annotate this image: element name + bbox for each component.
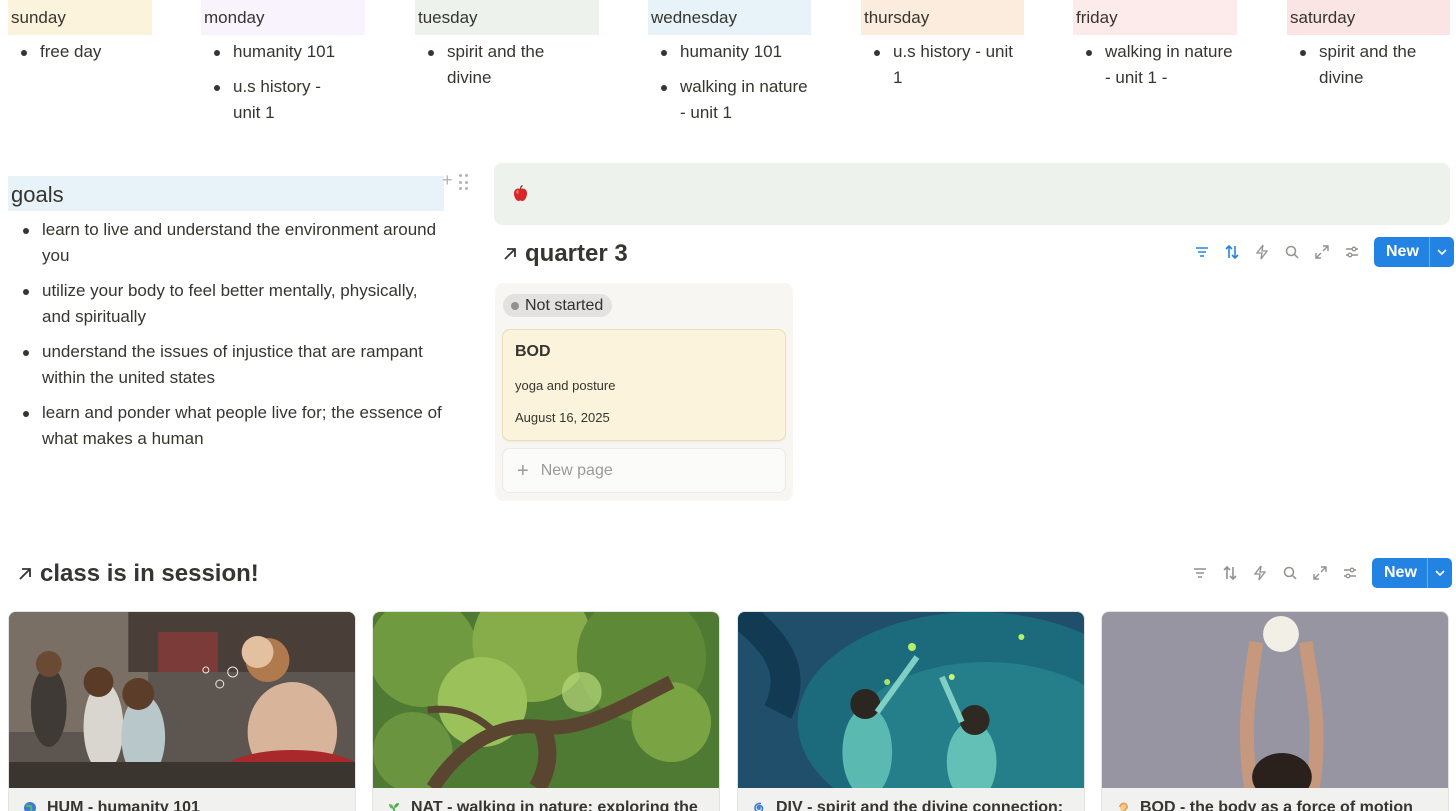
classes-db-title-text: class is in session! [40,560,259,587]
chevron-down-icon[interactable] [1428,558,1452,588]
search-icon[interactable] [1275,559,1305,587]
link-arrow-icon [504,248,516,260]
day-header: saturday [1287,0,1450,35]
automation-icon[interactable] [1245,559,1275,587]
settings-sliders-icon[interactable] [1337,238,1367,266]
goal-item: learn to live and understand the environ… [8,217,444,269]
status-badge: Not started [503,294,613,317]
list-item: walking in nature - unit 1 - [1073,39,1233,91]
day-header: thursday [861,0,1024,35]
card-date: August 16, 2025 [515,410,610,425]
day-header: tuesday [415,0,599,35]
block-handles: + [442,170,468,191]
goals-heading: goals [8,176,444,211]
sprout-icon [389,803,399,811]
board-card[interactable]: BOD yoga and posture August 16, 2025 [502,329,786,441]
gallery-card-caption: HUM - humanity 101 [9,788,355,811]
list-item: humanity 101 [201,39,365,65]
day-column-friday: friday walking in nature - unit 1 - [1073,0,1237,100]
day-column-thursday: thursday u.s history - unit 1 [861,0,1024,100]
day-header: sunday [8,0,152,35]
goal-item: understand the issues of injustice that … [8,339,444,391]
gallery-card-title: BOD - the body as a force of motion [1140,799,1413,811]
day-column-monday: monday humanity 101 u.s history - unit 1 [201,0,365,135]
search-icon[interactable] [1277,238,1307,266]
filter-icon[interactable] [1187,238,1217,266]
new-button-label: New [1372,558,1428,588]
quarter-db-title[interactable]: quarter 3 [501,240,628,268]
gallery-card-humanity[interactable]: HUM - humanity 101 [8,611,356,811]
automation-icon[interactable] [1247,238,1277,266]
settings-sliders-icon[interactable] [1335,559,1365,587]
gallery-card-body[interactable]: BOD - the body as a force of motion [1101,611,1449,811]
expand-icon[interactable] [1307,238,1337,266]
classes-db-title[interactable]: class is in session! [16,560,259,588]
list-item: walking in nature - unit 1 [648,74,808,126]
link-arrow-icon [19,568,31,580]
new-button-label: New [1374,237,1430,267]
card-title: BOD [515,343,551,360]
apple-icon [514,185,527,201]
filter-icon[interactable] [1185,559,1215,587]
chevron-down-icon[interactable] [1430,237,1454,267]
list-item: u.s history - unit 1 [201,74,351,126]
quarter-db-toolbar: New [1187,237,1454,267]
day-header: friday [1073,0,1237,35]
spiral-icon [754,802,764,811]
globe-icon [24,802,36,811]
sort-icon[interactable] [1217,238,1247,266]
list-item: spirit and the divine [415,39,575,91]
day-header: monday [201,0,365,35]
goal-item: utilize your body to feel better mentall… [8,278,444,330]
add-block-icon[interactable]: + [442,170,453,191]
card-subtitle: yoga and posture [515,378,616,393]
gallery-card-title: DIV - spirit and the divine connection: [776,799,1064,811]
gallery-card-caption: BOD - the body as a force of motion [1102,788,1448,811]
list-item: humanity 101 [648,39,811,65]
cover-image-painting-figures [738,612,1084,788]
ear-icon [1119,802,1129,811]
day-column-sunday: sunday free day [8,0,152,74]
day-column-saturday: saturday spirit and the divine [1287,0,1450,100]
quarter-db-title-text: quarter 3 [525,240,628,267]
new-page-button[interactable]: + New page [502,448,786,493]
list-item: spirit and the divine [1287,39,1437,91]
cover-image-hands-moon [1102,612,1448,788]
gallery-card-caption: DIV - spirit and the divine connection: [738,788,1084,811]
gallery-card-nature[interactable]: NAT - walking in nature: exploring the [372,611,720,811]
gallery-card-title: NAT - walking in nature: exploring the [411,799,698,811]
gallery-card-caption: NAT - walking in nature: exploring the [373,788,719,811]
classes-new-button[interactable]: New [1372,558,1452,588]
day-column-wednesday: wednesday humanity 101 walking in nature… [648,0,811,135]
new-page-label: New page [540,461,613,479]
gallery-card-title: HUM - humanity 101 [47,799,200,811]
plus-icon: + [517,459,529,482]
status-label: Not started [525,296,604,314]
drag-handle-icon[interactable] [458,170,468,191]
status-dot-icon [511,301,519,310]
sort-icon[interactable] [1215,559,1245,587]
board-column-not-started: Not started BOD yoga and posture August … [495,283,793,501]
day-column-tuesday: tuesday spirit and the divine [415,0,599,100]
goal-item: learn and ponder what people live for; t… [8,400,444,452]
cover-image-tree [373,612,719,788]
list-item: free day [8,39,152,65]
gallery-card-divine[interactable]: DIV - spirit and the divine connection: [737,611,1085,811]
expand-icon[interactable] [1305,559,1335,587]
day-header: wednesday [648,0,811,35]
callout-block [494,163,1450,225]
goals-block: goals learn to live and understand the e… [8,176,444,461]
quarter-new-button[interactable]: New [1374,237,1454,267]
list-item: u.s history - unit 1 [861,39,1021,91]
classes-db-toolbar: New [1185,558,1452,588]
cover-image-children-bubbles [9,612,355,788]
